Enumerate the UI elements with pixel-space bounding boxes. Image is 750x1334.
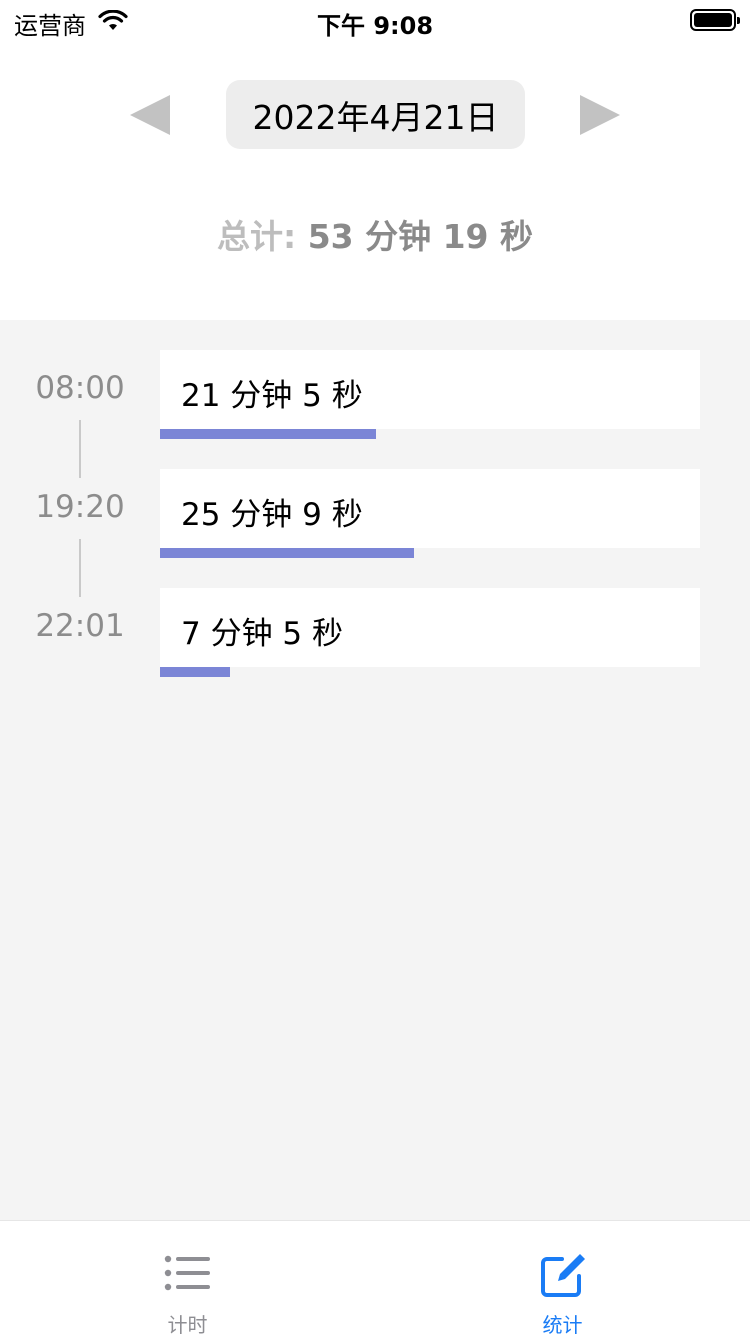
entry-card[interactable]: 21 分钟 5 秒 (160, 350, 700, 429)
battery-level (694, 13, 732, 27)
entry-progress-bar (160, 548, 414, 558)
edit-icon (541, 1254, 585, 1297)
entry-card[interactable]: 7 分钟 5 秒 (160, 588, 700, 667)
entry-time: 19:20 (35, 489, 125, 525)
list-icon (164, 1255, 210, 1291)
tab-label: 计时 (167, 1313, 208, 1334)
entry-duration: 21 分钟 5 秒 (181, 378, 363, 414)
date-navigation: 2022年4月21日 (0, 80, 750, 150)
tab-bar: 计时 统计 (0, 1220, 750, 1334)
tab-statistics[interactable]: 统计 (375, 1221, 750, 1334)
triangle-left-icon[interactable] (128, 94, 172, 136)
total-value: 53 分钟 19 秒 (307, 217, 533, 256)
entry-card[interactable]: 25 分钟 9 秒 (160, 469, 700, 548)
entry-duration: 7 分钟 5 秒 (181, 616, 344, 652)
list-item: 19:20 25 分钟 9 秒 (0, 469, 750, 569)
entry-progress-bar (160, 667, 230, 677)
entry-time: 08:00 (35, 370, 125, 406)
total-label: 总计: (216, 217, 297, 256)
date-picker-button[interactable]: 2022年4月21日 (226, 80, 525, 149)
list-item: 22:01 7 分钟 5 秒 (0, 588, 750, 688)
entry-duration: 25 分钟 9 秒 (181, 497, 363, 533)
entry-time: 22:01 (35, 608, 125, 644)
entry-progress-bar (160, 429, 376, 439)
date-label: 2022年4月21日 (252, 97, 499, 137)
total-summary: 总计: 53 分钟 19 秒 (0, 210, 750, 258)
battery-icon (690, 9, 740, 31)
status-bar: 运营商 下午 9:08 (0, 0, 750, 40)
tab-label: 统计 (542, 1313, 583, 1334)
tab-timer[interactable]: 计时 (0, 1221, 375, 1334)
entries-list[interactable]: 08:00 21 分钟 5 秒 19:20 25 分钟 9 秒 22:01 7 … (0, 320, 750, 1220)
triangle-right-icon[interactable] (578, 94, 622, 136)
status-time: 下午 9:08 (316, 12, 434, 40)
list-item: 08:00 21 分钟 5 秒 (0, 350, 750, 450)
